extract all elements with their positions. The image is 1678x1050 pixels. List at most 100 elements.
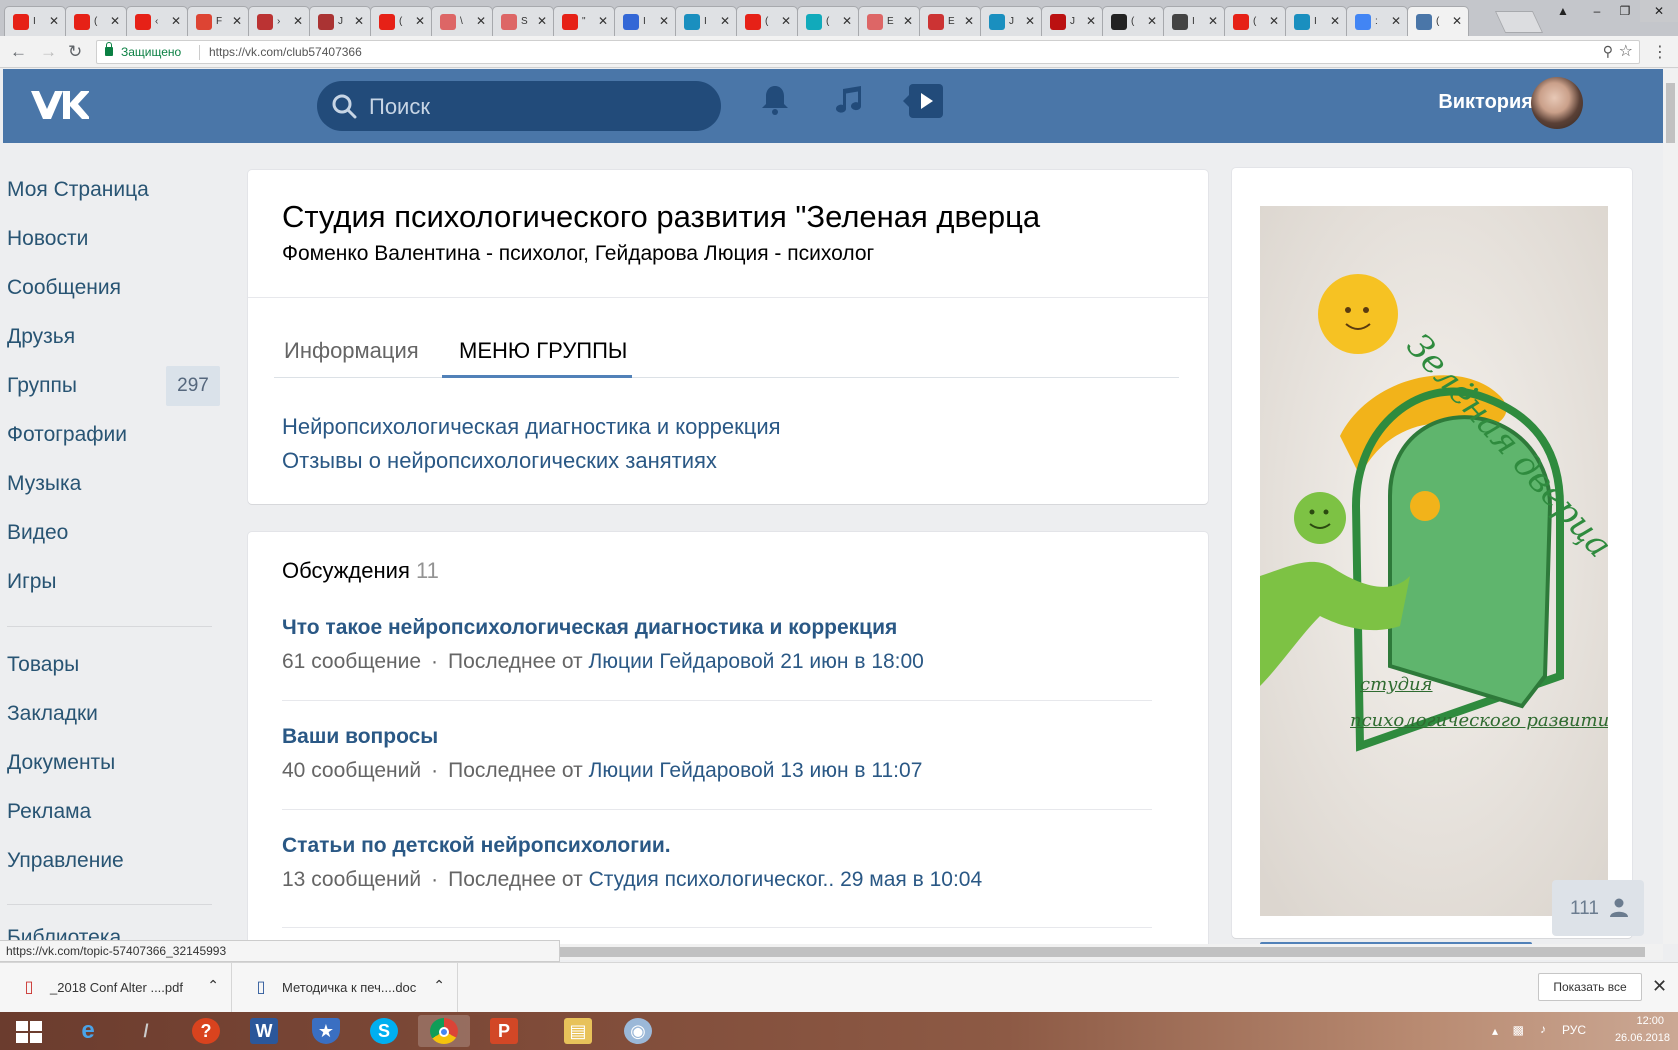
browser-tab[interactable]: (✕ bbox=[1407, 6, 1469, 37]
menu-item-goods[interactable]: Товары bbox=[7, 645, 222, 685]
tray-up-arrow-icon[interactable]: ▴ bbox=[1492, 1024, 1498, 1038]
address-bar[interactable]: Защищено https://vk.com/club57407366 ⚲ ☆ bbox=[96, 40, 1640, 64]
menu-item-music[interactable]: Музыка bbox=[7, 464, 222, 504]
tab-close-icon[interactable]: ✕ bbox=[1086, 13, 1096, 29]
zoom-icon[interactable]: ⚲ bbox=[1603, 43, 1613, 60]
tab-close-icon[interactable]: ✕ bbox=[537, 13, 547, 29]
tab-close-icon[interactable]: ✕ bbox=[232, 13, 242, 29]
tab-close-icon[interactable]: ✕ bbox=[903, 13, 913, 29]
members-count-badge[interactable]: 111 bbox=[1552, 880, 1644, 936]
menu-item-documents[interactable]: Документы bbox=[7, 743, 222, 783]
user-profile-icon[interactable]: ▲ bbox=[1548, 0, 1578, 22]
menu-item-news[interactable]: Новости bbox=[7, 219, 222, 259]
vertical-scrollbar-thumb[interactable] bbox=[1666, 83, 1675, 143]
tab-close-icon[interactable]: ✕ bbox=[1025, 13, 1035, 29]
browser-tab[interactable]: (✕ bbox=[65, 6, 127, 36]
tab-close-icon[interactable]: ✕ bbox=[1147, 13, 1157, 29]
menu-item-my-page[interactable]: Моя Страница bbox=[7, 170, 222, 210]
forward-icon[interactable]: → bbox=[40, 42, 57, 62]
tab-close-icon[interactable]: ✕ bbox=[659, 13, 669, 29]
discussions-title[interactable]: Обсуждения bbox=[282, 558, 410, 584]
clock-date[interactable]: 26.06.2018 bbox=[1615, 1032, 1670, 1044]
topic-date-link[interactable]: 13 июн в 11:07 bbox=[780, 759, 922, 782]
browser-tab[interactable]: " ✕ bbox=[553, 6, 615, 36]
topic-title[interactable]: Статьи по детской нейропсихологии. bbox=[282, 834, 1152, 858]
powerpoint-icon[interactable]: P bbox=[478, 1015, 530, 1047]
reload-icon[interactable]: ↻ bbox=[68, 42, 82, 62]
menu-item-groups[interactable]: Группы 297 bbox=[7, 366, 222, 406]
tool-icon[interactable]: / bbox=[120, 1015, 172, 1047]
browser-tab[interactable]: ‹ ✕ bbox=[126, 6, 188, 36]
word-icon[interactable]: W bbox=[238, 1015, 290, 1047]
topic-date-link[interactable]: 21 июн в 18:00 bbox=[780, 650, 924, 673]
browser-tab[interactable]: E ✕ bbox=[919, 6, 981, 36]
browser-tab[interactable]: E ✕ bbox=[858, 6, 920, 36]
horizontal-scrollbar-thumb[interactable] bbox=[560, 947, 1645, 957]
help-icon[interactable]: ? bbox=[180, 1015, 232, 1047]
chrome-icon[interactable] bbox=[418, 1015, 470, 1047]
tab-group-menu[interactable]: МЕНЮ ГРУППЫ bbox=[459, 338, 627, 364]
browser-tab[interactable]: : ✕ bbox=[1346, 6, 1408, 36]
topic-title[interactable]: Что такое нейропсихологическая диагности… bbox=[282, 616, 1152, 640]
tab-close-icon[interactable]: ✕ bbox=[842, 13, 852, 29]
chevron-up-icon[interactable]: ⌃ bbox=[433, 977, 445, 994]
download-item[interactable]: ▯ _2018 Conf Alter ....pdf ⌃ bbox=[0, 963, 232, 1013]
topic-date-link[interactable]: 29 мая в 10:04 bbox=[840, 868, 982, 891]
close-downloads-icon[interactable]: ✕ bbox=[1652, 976, 1667, 997]
restore-icon[interactable]: ❐ bbox=[1610, 0, 1640, 22]
browser-tab[interactable]: I ✕ bbox=[614, 6, 676, 36]
browser-tab[interactable]: J ✕ bbox=[309, 6, 371, 36]
tab-close-icon[interactable]: ✕ bbox=[1452, 13, 1462, 29]
menu-item-bookmarks[interactable]: Закладки bbox=[7, 694, 222, 734]
menu-link-diagnostics[interactable]: Нейропсихологическая диагностика и корре… bbox=[282, 414, 781, 440]
tab-close-icon[interactable]: ✕ bbox=[415, 13, 425, 29]
volume-icon[interactable]: ♪ bbox=[1540, 1022, 1546, 1036]
topic-item[interactable]: Что такое нейропсихологическая диагности… bbox=[282, 616, 1152, 674]
file-explorer-icon[interactable]: ▤ bbox=[552, 1015, 604, 1047]
topic-author-link[interactable]: Люции Гейдаровой bbox=[589, 650, 775, 673]
tab-close-icon[interactable]: ✕ bbox=[354, 13, 364, 29]
bookmark-star-icon[interactable]: ☆ bbox=[1619, 41, 1633, 61]
tab-close-icon[interactable]: ✕ bbox=[964, 13, 974, 29]
video-icon[interactable] bbox=[901, 83, 947, 119]
menu-item-video[interactable]: Видео bbox=[7, 513, 222, 553]
topic-author-link[interactable]: Студия психологическог.. bbox=[589, 868, 835, 891]
music-icon[interactable] bbox=[833, 83, 867, 117]
minimize-icon[interactable]: – bbox=[1582, 0, 1612, 22]
menu-item-ads[interactable]: Реклама bbox=[7, 792, 222, 832]
browser-tab[interactable]: J ✕ bbox=[980, 6, 1042, 36]
browser-tab[interactable]: J ✕ bbox=[1041, 6, 1103, 36]
browser-tab[interactable]: (✕ bbox=[797, 6, 859, 36]
paint-icon[interactable]: ◉ bbox=[612, 1015, 664, 1047]
chevron-up-icon[interactable]: ⌃ bbox=[207, 977, 219, 994]
browser-tab[interactable]: › ✕ bbox=[248, 6, 310, 36]
topic-item[interactable]: Ваши вопросы 40 сообщений · Последнее от Л… bbox=[282, 725, 1152, 783]
search-input[interactable]: Поиск bbox=[317, 81, 721, 131]
tab-close-icon[interactable]: ✕ bbox=[49, 13, 59, 29]
tab-close-icon[interactable]: ✕ bbox=[1391, 13, 1401, 29]
tab-close-icon[interactable]: ✕ bbox=[720, 13, 730, 29]
network-icon[interactable]: ▩ bbox=[1513, 1023, 1524, 1037]
menu-link-reviews[interactable]: Отзывы о нейропсихологических занятиях bbox=[282, 448, 717, 474]
topic-title[interactable]: Ваши вопросы bbox=[282, 725, 1152, 749]
tab-close-icon[interactable]: ✕ bbox=[781, 13, 791, 29]
menu-item-photos[interactable]: Фотографии bbox=[7, 415, 222, 455]
tab-close-icon[interactable]: ✕ bbox=[476, 13, 486, 29]
shield-icon[interactable]: ★ bbox=[300, 1015, 352, 1047]
menu-item-games[interactable]: Игры bbox=[7, 562, 222, 602]
browser-tab[interactable]: (✕ bbox=[736, 6, 798, 36]
skype-icon[interactable]: S bbox=[358, 1015, 410, 1047]
browser-tab[interactable]: (✕ bbox=[1102, 6, 1164, 36]
menu-item-friends[interactable]: Друзья bbox=[7, 317, 222, 357]
tab-close-icon[interactable]: ✕ bbox=[1269, 13, 1279, 29]
clock-time[interactable]: 12:00 bbox=[1636, 1015, 1664, 1027]
tab-close-icon[interactable]: ✕ bbox=[110, 13, 120, 29]
menu-item-messages[interactable]: Сообщения bbox=[7, 268, 222, 308]
internet-explorer-icon[interactable]: e bbox=[62, 1015, 114, 1047]
url-text[interactable]: https://vk.com/club57407366 bbox=[209, 45, 362, 59]
browser-tab[interactable]: \ ✕ bbox=[431, 6, 493, 36]
tab-close-icon[interactable]: ✕ bbox=[293, 13, 303, 29]
close-window-icon[interactable]: ✕ bbox=[1640, 0, 1678, 22]
tab-close-icon[interactable]: ✕ bbox=[1208, 13, 1218, 29]
download-item[interactable]: ▯ Методичка к печ....doc ⌃ bbox=[232, 963, 458, 1013]
